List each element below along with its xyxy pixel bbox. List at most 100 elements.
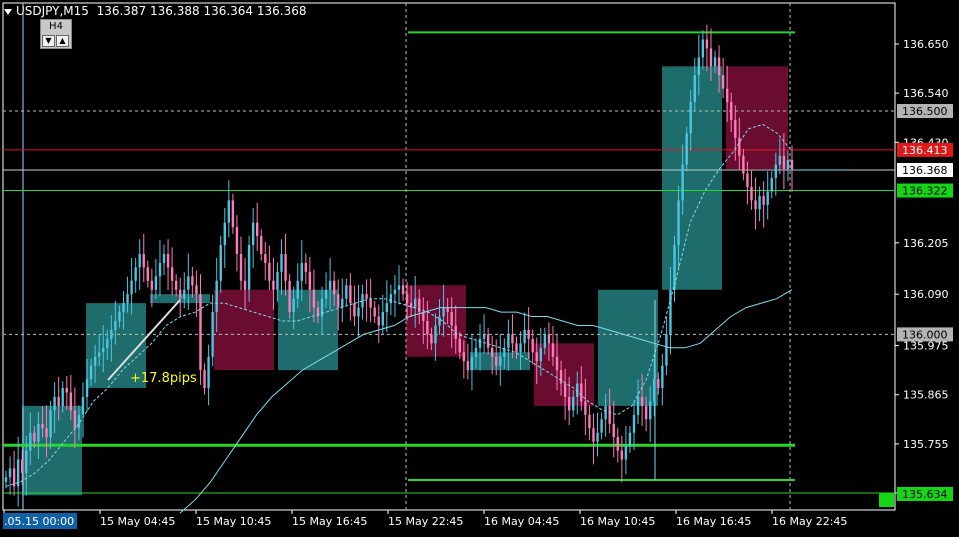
x-tick-label: 16 May 22:45 <box>772 515 847 528</box>
candle-body <box>33 432 36 442</box>
candle-body <box>588 414 591 429</box>
candle-body <box>57 396 60 406</box>
candle-body <box>365 294 368 299</box>
candle-body <box>790 160 794 170</box>
y-tick-label: 135.865 <box>903 389 949 402</box>
candle-body <box>357 307 360 317</box>
candle-body <box>454 325 457 339</box>
candle-body <box>106 338 109 348</box>
candle-body <box>665 334 668 366</box>
candle-body <box>531 338 534 353</box>
candlestick-chart[interactable]: +17.8pips136.650136.540136.430136.205136… <box>0 0 959 533</box>
chart-area[interactable]: +17.8pips 136.650 136.540 136.430 136.205 136… <box>0 0 959 533</box>
candle-body <box>389 294 393 304</box>
h4-box <box>214 289 274 371</box>
candle-body <box>499 356 502 366</box>
candle-body <box>260 236 263 254</box>
chart-header: USDJPY,M15 136.387 136.388 136.364 136.3… <box>4 4 307 18</box>
candle-body <box>122 303 125 313</box>
candle-body <box>636 396 640 415</box>
candle-body <box>130 280 133 295</box>
candle-body <box>555 356 559 371</box>
y-tick-label: 135.755 <box>903 438 949 451</box>
candle-body <box>430 334 433 344</box>
candle-body <box>179 289 182 299</box>
candle-body <box>495 356 498 366</box>
candle-body <box>616 437 619 451</box>
candle-body <box>462 352 466 362</box>
candle-body <box>21 459 24 473</box>
timeframe-widget: H4 ▼ ▲ <box>40 19 72 49</box>
candle-body <box>349 285 352 304</box>
y-tick-label: 136.650 <box>903 38 949 51</box>
candle-body <box>648 401 652 420</box>
ohlc-values: 136.387 136.388 136.364 136.368 <box>96 4 307 18</box>
candle-body <box>786 160 790 170</box>
candle-body <box>746 173 749 187</box>
candle-body <box>422 312 425 321</box>
candle-body <box>697 57 701 76</box>
candle-body <box>158 262 162 277</box>
candle-body <box>685 133 688 165</box>
candle-body <box>782 155 786 170</box>
candle-body <box>754 200 757 210</box>
candle-body <box>312 289 316 308</box>
candle-body <box>223 222 226 246</box>
candle-body <box>377 316 380 326</box>
candle-body <box>239 253 243 281</box>
candle-body <box>215 280 218 313</box>
candle-body <box>276 271 279 290</box>
timeframe-down-button[interactable]: ▼ <box>42 35 55 47</box>
collapse-triangle-icon[interactable] <box>4 8 12 15</box>
candle-body <box>268 262 271 281</box>
candle-body <box>203 370 206 389</box>
candle-body <box>337 294 340 308</box>
candle-body <box>426 320 429 335</box>
candle-body <box>734 119 737 138</box>
candle-body <box>547 334 551 344</box>
h4-box <box>278 289 338 371</box>
x-tick-label: 15 May 22:45 <box>388 515 463 528</box>
x-tick-label: 15 May 10:45 <box>196 515 271 528</box>
price-label: 136.322 <box>902 185 948 198</box>
candle-body <box>199 294 202 371</box>
candle-body <box>535 352 538 362</box>
x-tick-label: 16 May 16:45 <box>676 515 751 528</box>
green-marker <box>879 493 894 507</box>
candle-body <box>345 285 348 299</box>
candle-body <box>596 432 599 442</box>
candle-body <box>507 334 510 348</box>
candle-body <box>567 396 571 411</box>
h4-box <box>598 289 658 406</box>
candle-body <box>490 347 494 357</box>
candle-body <box>373 307 376 317</box>
candle-body <box>721 75 725 89</box>
candle-body <box>150 280 154 290</box>
candle-body <box>162 253 166 263</box>
candle-body <box>272 280 275 290</box>
timeframe-up-button[interactable]: ▲ <box>56 35 69 47</box>
candle-body <box>231 200 235 228</box>
candle-body <box>166 253 170 268</box>
candle-body <box>81 396 85 415</box>
candle-body <box>742 155 745 174</box>
candle-body <box>750 186 753 201</box>
candle-body <box>442 307 445 317</box>
candle-body <box>332 280 336 295</box>
candle-body <box>519 343 522 353</box>
candle-body <box>515 343 518 353</box>
candle-body <box>608 405 611 424</box>
candle-body <box>543 334 547 348</box>
x-tick-label: 16 May 10:45 <box>580 515 655 528</box>
candle-body <box>511 334 514 344</box>
candle-body <box>187 276 190 290</box>
candle-body <box>25 450 28 473</box>
candle-body <box>762 195 765 205</box>
candle-body <box>341 298 344 308</box>
candle-body <box>628 432 632 447</box>
candle-body <box>207 356 210 389</box>
candle-body <box>73 410 77 429</box>
y-tick-label: 136.090 <box>903 288 949 301</box>
candle-body <box>284 253 287 281</box>
pips-annotation: +17.8pips <box>130 371 197 386</box>
